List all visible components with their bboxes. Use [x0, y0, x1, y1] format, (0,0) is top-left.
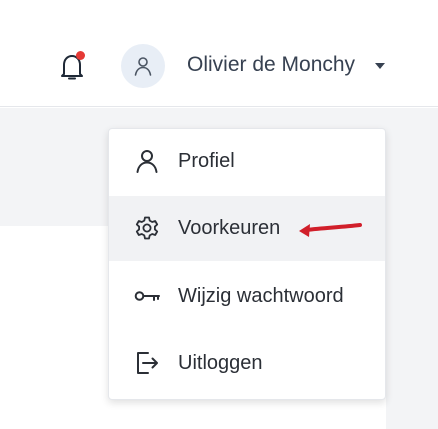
annotation-arrow: [299, 223, 362, 237]
user-icon: [133, 147, 161, 175]
top-bar: Olivier de Monchy: [0, 0, 438, 107]
user-icon: [134, 57, 152, 76]
menu-item-label: Wijzig wachtwoord: [178, 285, 344, 307]
menu-item-logout[interactable]: Uitloggen: [109, 331, 385, 396]
key-icon: [133, 282, 161, 310]
avatar[interactable]: [121, 44, 165, 88]
menu-item-label: Voorkeuren: [178, 217, 281, 239]
logout-icon: [133, 349, 161, 377]
menu-item-change-password[interactable]: Wijzig wachtwoord: [109, 264, 385, 329]
caret-down-icon[interactable]: [375, 63, 385, 69]
menu-item-profile[interactable]: Profiel: [109, 129, 385, 194]
menu-item-label: Profiel: [178, 150, 235, 172]
user-name[interactable]: Olivier de Monchy: [187, 53, 355, 77]
user-dropdown-menu: Profiel Voorkeuren Wijzig wachtwoord Uit…: [108, 128, 386, 400]
menu-item-label: Uitloggen: [178, 352, 263, 374]
gear-icon: [133, 214, 161, 242]
content-side-panel: [386, 226, 438, 429]
notification-badge: [76, 51, 85, 60]
